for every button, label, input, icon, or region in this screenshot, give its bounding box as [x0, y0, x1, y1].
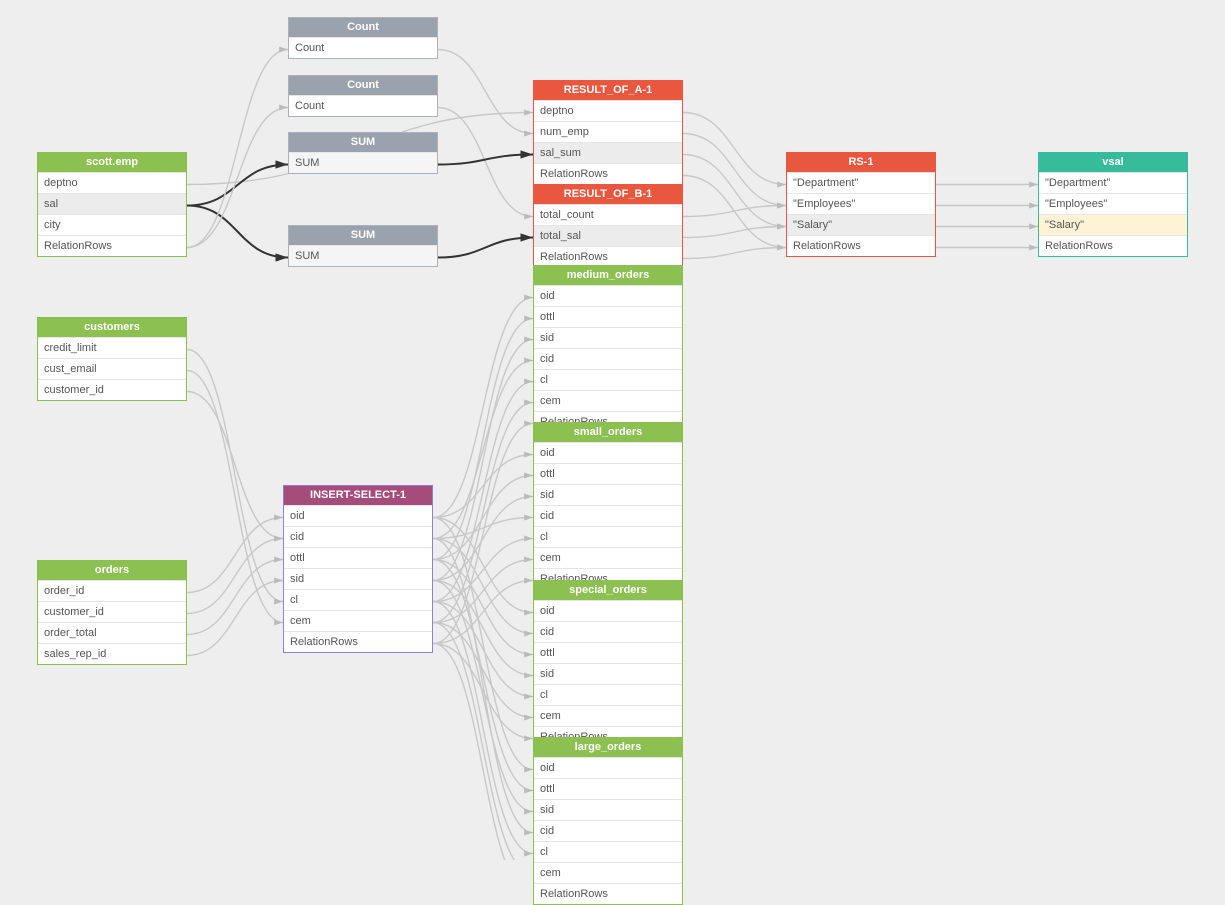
field-salary[interactable]: "Salary" [1039, 214, 1187, 235]
node-title: RESULT_OF_A-1 [534, 81, 682, 100]
field-department[interactable]: "Department" [787, 172, 935, 193]
node-title: large_orders [534, 738, 682, 757]
field[interactable]: cid [534, 505, 682, 526]
field-employees[interactable]: "Employees" [787, 193, 935, 214]
node-sum-2[interactable]: SUM SUM [288, 225, 438, 267]
field-deptno[interactable]: deptno [534, 100, 682, 121]
field-oid[interactable]: oid [284, 505, 432, 526]
field[interactable]: cem [534, 547, 682, 568]
field-order-id[interactable]: order_id [38, 580, 186, 601]
node-title: vsal [1039, 153, 1187, 172]
node-title: orders [38, 561, 186, 580]
field-total-sal[interactable]: total_sal [534, 225, 682, 246]
field-sid[interactable]: sid [284, 568, 432, 589]
field[interactable]: cl [534, 841, 682, 862]
node-insert-select[interactable]: INSERT-SELECT-1 oid cid ottl sid cl cem … [283, 485, 433, 653]
field[interactable]: sid [534, 799, 682, 820]
field-cem[interactable]: cem [284, 610, 432, 631]
field-relationrows[interactable]: RelationRows [38, 235, 186, 256]
field[interactable]: ottl [534, 778, 682, 799]
field[interactable]: cid [534, 348, 682, 369]
node-orders[interactable]: orders order_id customer_id order_total … [37, 560, 187, 665]
node-result-a[interactable]: RESULT_OF_A-1 deptno num_emp sal_sum Rel… [533, 80, 683, 185]
field-salary[interactable]: "Salary" [787, 214, 935, 235]
node-title: SUM [289, 133, 437, 152]
field-deptno[interactable]: deptno [38, 172, 186, 193]
node-title: INSERT-SELECT-1 [284, 486, 432, 505]
field-customer-id[interactable]: customer_id [38, 379, 186, 400]
field-cl[interactable]: cl [284, 589, 432, 610]
field-ottl[interactable]: ottl [284, 547, 432, 568]
field[interactable]: cid [534, 621, 682, 642]
field-total-count[interactable]: total_count [534, 204, 682, 225]
field-department[interactable]: "Department" [1039, 172, 1187, 193]
field-relationrows[interactable]: RelationRows [534, 246, 682, 267]
field[interactable]: cid [534, 820, 682, 841]
field[interactable]: cl [534, 369, 682, 390]
node-title: medium_orders [534, 266, 682, 285]
field-count[interactable]: Count [289, 37, 437, 58]
field-credit-limit[interactable]: credit_limit [38, 337, 186, 358]
field[interactable]: ottl [534, 463, 682, 484]
node-count-2[interactable]: Count Count [288, 75, 438, 117]
field[interactable]: cem [534, 862, 682, 883]
node-title: customers [38, 318, 186, 337]
node-title: SUM [289, 226, 437, 245]
field[interactable]: ottl [534, 642, 682, 663]
node-title: scott.emp [38, 153, 186, 172]
node-count-1[interactable]: Count Count [288, 17, 438, 59]
field-cust-email[interactable]: cust_email [38, 358, 186, 379]
field[interactable]: sid [534, 327, 682, 348]
field[interactable]: oid [534, 757, 682, 778]
field-num-emp[interactable]: num_emp [534, 121, 682, 142]
field-sales-rep-id[interactable]: sales_rep_id [38, 643, 186, 664]
node-vsal[interactable]: vsal "Department" "Employees" "Salary" R… [1038, 152, 1188, 257]
field-city[interactable]: city [38, 214, 186, 235]
field[interactable]: sid [534, 484, 682, 505]
field-sal[interactable]: sal [38, 193, 186, 214]
field-order-total[interactable]: order_total [38, 622, 186, 643]
field[interactable]: oid [534, 442, 682, 463]
node-title: Count [289, 76, 437, 95]
node-title: RESULT_OF_B-1 [534, 185, 682, 204]
field[interactable]: oid [534, 285, 682, 306]
field-count[interactable]: Count [289, 95, 437, 116]
field-sum[interactable]: SUM [289, 152, 437, 173]
node-rs-1[interactable]: RS-1 "Department" "Employees" "Salary" R… [786, 152, 936, 257]
field[interactable]: ottl [534, 306, 682, 327]
node-title: special_orders [534, 581, 682, 600]
field-relationrows[interactable]: RelationRows [284, 631, 432, 652]
node-title: Count [289, 18, 437, 37]
node-medium-orders[interactable]: medium_orders oid ottl sid cid cl cem Re… [533, 265, 683, 433]
field-relationrows[interactable]: RelationRows [534, 163, 682, 184]
field[interactable]: cem [534, 390, 682, 411]
field[interactable]: oid [534, 600, 682, 621]
node-customers[interactable]: customers credit_limit cust_email custom… [37, 317, 187, 401]
node-title: RS-1 [787, 153, 935, 172]
node-title: small_orders [534, 423, 682, 442]
field-customer-id[interactable]: customer_id [38, 601, 186, 622]
field-relationrows[interactable]: RelationRows [1039, 235, 1187, 256]
field-sal-sum[interactable]: sal_sum [534, 142, 682, 163]
field-sum[interactable]: SUM [289, 245, 437, 266]
field[interactable]: RelationRows [534, 883, 682, 904]
node-large-orders[interactable]: large_orders oid ottl sid cid cl cem Rel… [533, 737, 683, 905]
field-relationrows[interactable]: RelationRows [787, 235, 935, 256]
field-cid[interactable]: cid [284, 526, 432, 547]
node-sum-1[interactable]: SUM SUM [288, 132, 438, 174]
node-scott-emp[interactable]: scott.emp deptno sal city RelationRows [37, 152, 187, 257]
field[interactable]: cl [534, 526, 682, 547]
field-employees[interactable]: "Employees" [1039, 193, 1187, 214]
node-special-orders[interactable]: special_orders oid cid ottl sid cl cem R… [533, 580, 683, 748]
field[interactable]: sid [534, 663, 682, 684]
node-result-b[interactable]: RESULT_OF_B-1 total_count total_sal Rela… [533, 184, 683, 268]
field[interactable]: cl [534, 684, 682, 705]
node-small-orders[interactable]: small_orders oid ottl sid cid cl cem Rel… [533, 422, 683, 590]
field[interactable]: cem [534, 705, 682, 726]
